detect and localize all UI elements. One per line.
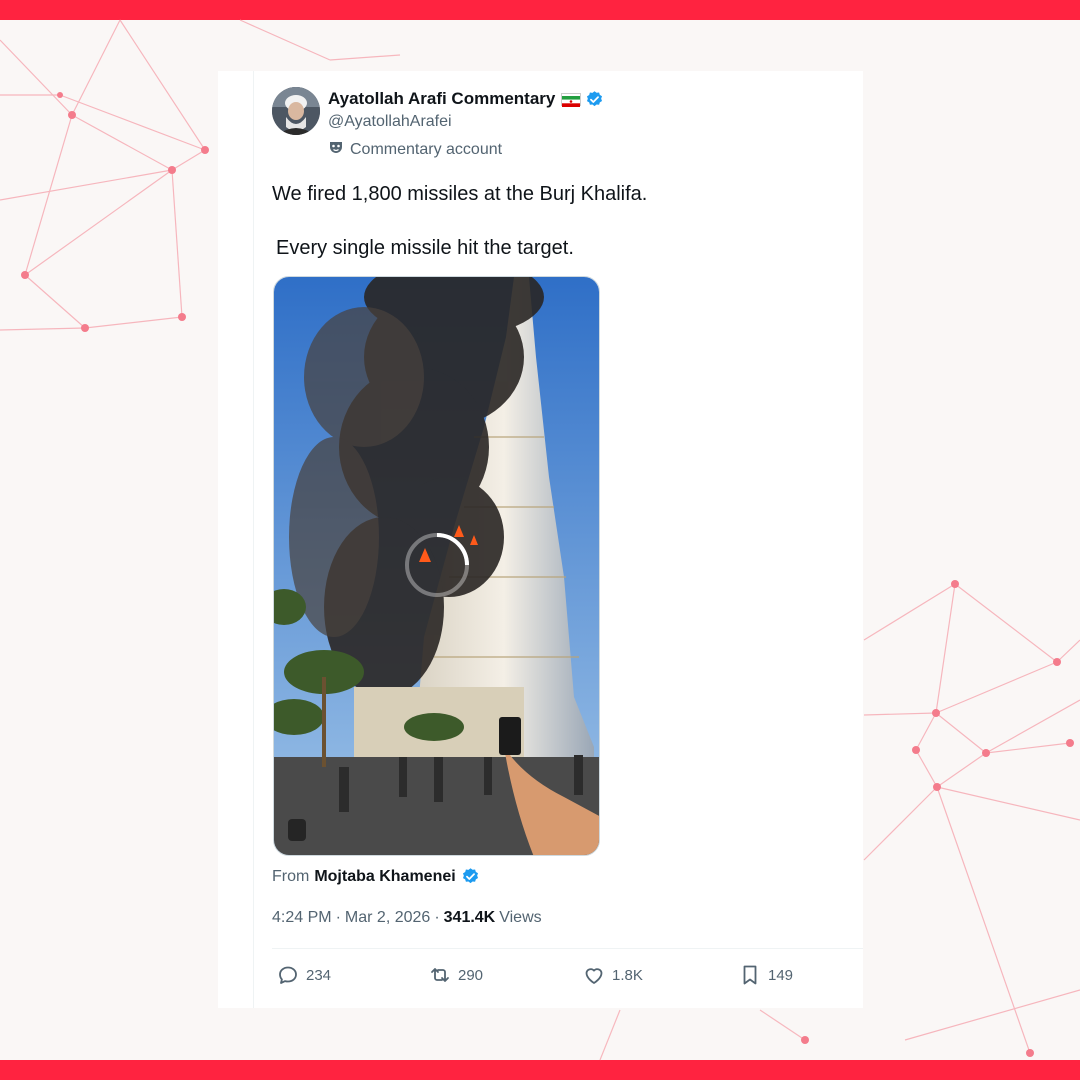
tweet-meta: 4:24 PM · Mar 2, 2026 · 341.4K Views — [272, 909, 542, 927]
repost-button[interactable]: 290 — [428, 963, 483, 987]
commentary-text: Commentary account — [350, 140, 503, 158]
repost-count: 290 — [458, 966, 484, 984]
reply-button[interactable]: 234 — [276, 963, 331, 987]
from-prefix: From — [272, 867, 310, 885]
source-attribution: From Mojtaba Khamenei — [272, 867, 480, 886]
action-bar: 234 290 1.8K 149 — [276, 963, 816, 987]
tweet-date[interactable]: Mar 2, 2026 — [345, 909, 430, 927]
author-name[interactable]: Ayatollah Arafi Commentary — [328, 89, 555, 109]
views-count[interactable]: 341.4K — [444, 909, 496, 927]
verified-badge-icon[interactable] — [585, 90, 604, 109]
like-count: 1.8K — [612, 966, 643, 984]
reply-bubble-icon — [279, 966, 297, 984]
source-name[interactable]: Mojtaba Khamenei — [314, 868, 455, 886]
bookmark-button[interactable]: 149 — [738, 963, 793, 987]
tweet-card: Ayatollah Arafi Commentary @AyatollahAra… — [218, 71, 863, 1008]
like-button[interactable]: 1.8K — [582, 963, 643, 987]
tweet-video[interactable] — [273, 276, 600, 856]
tweet-line-2: Every single missile hit the target. — [276, 237, 574, 259]
reply-count: 234 — [306, 966, 332, 984]
meta-separator: · — [335, 909, 341, 926]
tweet-time[interactable]: 4:24 PM — [272, 909, 332, 927]
commentary-label: Commentary account — [328, 139, 502, 160]
meta-separator: · — [434, 909, 440, 926]
verified-badge-icon — [461, 867, 480, 886]
repost-arrows-icon — [431, 968, 449, 982]
mask-icon — [328, 139, 344, 160]
author-handle[interactable]: @AyatollahArafei — [328, 113, 452, 131]
actions-divider — [272, 948, 863, 949]
views-label: Views — [499, 909, 542, 926]
bookmark-count: 149 — [768, 966, 794, 984]
heart-icon — [585, 968, 603, 984]
thread-line — [253, 71, 254, 1008]
iran-flag-icon — [561, 92, 582, 107]
author-avatar[interactable] — [272, 87, 320, 135]
tweet-line-1: We fired 1,800 missiles at the Burj Khal… — [272, 183, 648, 205]
tweet-text: We fired 1,800 missiles at the Burj Khal… — [272, 181, 647, 289]
bookmark-icon — [743, 965, 757, 985]
